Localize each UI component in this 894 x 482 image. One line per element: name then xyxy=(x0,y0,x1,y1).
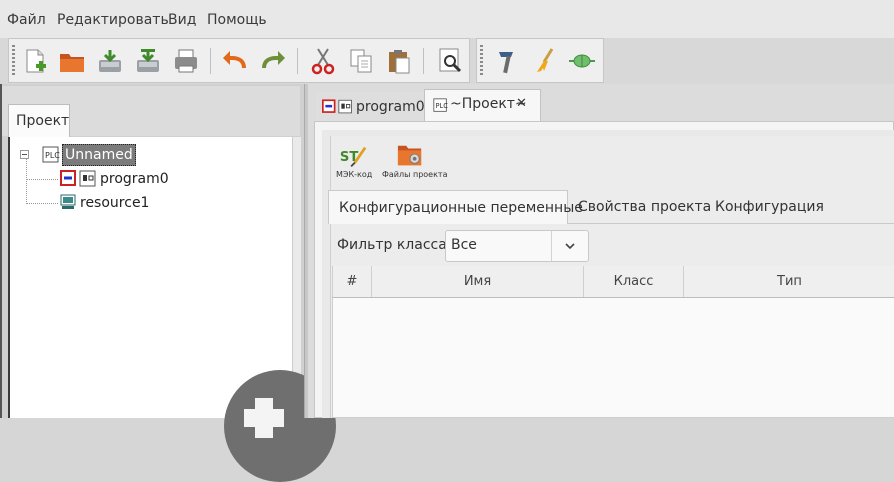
table-header: # Имя Класс Тип xyxy=(332,266,894,298)
tree-item-resource1[interactable]: resource1 xyxy=(80,195,149,211)
column-header-number[interactable]: # xyxy=(333,266,372,297)
save-icon[interactable] xyxy=(95,46,125,76)
redo-icon[interactable] xyxy=(258,46,288,76)
connect-icon[interactable] xyxy=(567,46,597,76)
print-icon[interactable] xyxy=(171,46,201,76)
st-code-label: МЭК-код xyxy=(336,170,373,179)
open-folder-icon[interactable] xyxy=(57,46,87,76)
plc-project-icon: PLC xyxy=(433,98,448,113)
build-hammer-icon[interactable] xyxy=(492,46,522,76)
copy-icon[interactable] xyxy=(346,46,376,76)
resource-icon xyxy=(60,194,76,210)
menu-help[interactable]: Помощь xyxy=(207,12,267,28)
toolbar-separator xyxy=(210,48,211,74)
class-filter-value: Все xyxy=(451,237,477,253)
class-filter-select[interactable]: Все xyxy=(445,230,589,262)
find-icon[interactable] xyxy=(435,46,465,76)
tab-project-label: Проект xyxy=(16,113,70,129)
column-header-class[interactable]: Класс xyxy=(584,266,684,297)
save-as-icon[interactable] xyxy=(133,46,163,76)
menu-view[interactable]: Вид xyxy=(168,12,196,28)
class-filter-label: Фильтр класса: xyxy=(337,237,452,253)
tab-configuration[interactable]: Конфигурация xyxy=(715,190,825,224)
menu-bar: Файл Редактировать Вид Помощь xyxy=(0,0,894,38)
cut-icon[interactable] xyxy=(308,46,338,76)
toolbar-group-file-edit xyxy=(8,38,470,83)
chevron-down-icon xyxy=(564,240,576,252)
close-icon[interactable]: ✕ xyxy=(516,96,527,111)
tab-project-properties[interactable]: Свойства проекта xyxy=(578,190,711,224)
column-header-name[interactable]: Имя xyxy=(372,266,584,297)
project-tree[interactable]: PLC Unnamed program0 resource1 xyxy=(8,137,294,418)
plc-project-icon: PLC xyxy=(42,146,60,164)
menu-file[interactable]: Файл xyxy=(7,12,46,28)
project-files-label: Файлы проекта xyxy=(382,170,448,179)
tree-connector xyxy=(26,203,58,204)
splitter[interactable] xyxy=(304,84,308,418)
tab-project-properties-label: Свойства проекта xyxy=(578,199,712,215)
program-icon xyxy=(322,99,354,117)
toolbar-separator xyxy=(297,48,298,74)
undo-icon[interactable] xyxy=(220,46,250,76)
tab-project-editor[interactable]: PLC ~Проект~ ✕ xyxy=(424,89,541,122)
tab-config-variables[interactable]: Конфигурационные переменные xyxy=(328,190,583,224)
clean-brush-icon[interactable] xyxy=(530,46,560,76)
toolbar-group-build xyxy=(476,38,604,83)
tab-config-variables-label: Конфигурационные переменные xyxy=(339,200,583,216)
toolbar-grip[interactable] xyxy=(12,45,15,77)
toolbar-grip[interactable] xyxy=(480,45,483,77)
toolbar-separator xyxy=(423,48,424,74)
tab-project[interactable]: Проект xyxy=(8,104,70,137)
paste-icon[interactable] xyxy=(384,46,414,76)
tree-connector xyxy=(26,179,58,180)
tab-program0-label: program0 xyxy=(356,99,425,115)
tree-item-root[interactable]: Unnamed xyxy=(62,144,136,166)
project-files-icon[interactable] xyxy=(396,142,426,170)
new-file-icon[interactable] xyxy=(20,46,50,76)
column-header-type[interactable]: Тип xyxy=(684,266,894,297)
tree-root-label: Unnamed xyxy=(65,147,133,163)
tab-program0[interactable]: program0 xyxy=(316,92,425,122)
menu-edit[interactable]: Редактировать xyxy=(57,12,169,28)
svg-text:PLC: PLC xyxy=(436,102,449,110)
collapse-toggle[interactable] xyxy=(20,150,29,159)
tab-configuration-label: Конфигурация xyxy=(715,199,824,215)
tree-item-program0[interactable]: program0 xyxy=(100,171,169,187)
program-icon xyxy=(60,170,98,188)
svg-text:PLC: PLC xyxy=(45,151,60,160)
